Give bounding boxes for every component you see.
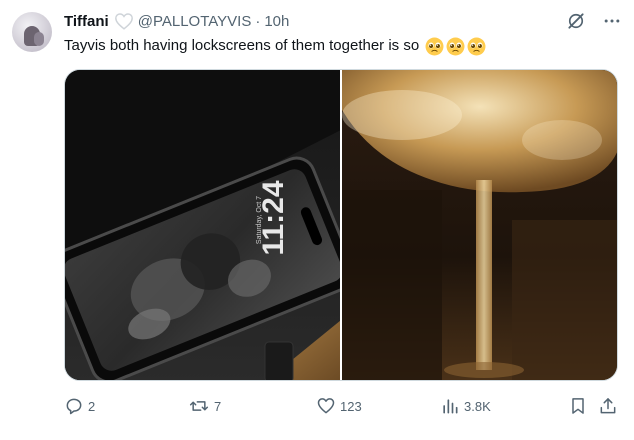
- heart-icon: [317, 398, 335, 414]
- reply-icon: [66, 398, 82, 415]
- repost-icon: [189, 401, 209, 411]
- reply-count: 2: [88, 398, 96, 414]
- separator-dot: ·: [255, 12, 261, 30]
- heart-badge-icon: [114, 13, 133, 30]
- pleading-face-emoji: [446, 37, 465, 55]
- grok-icon[interactable]: [566, 11, 586, 31]
- tweet-actions: 2 7 123 3.8K: [64, 394, 620, 418]
- bookmark-icon: [572, 398, 584, 414]
- author-handle[interactable]: @PALLOTAYVIS: [138, 13, 252, 30]
- tweet-header: Tiffani @PALLOTAYVIS · 10h: [64, 10, 622, 32]
- glass-photo-illustration: [342, 70, 617, 380]
- top-icons: [566, 11, 622, 31]
- tweet-text-content: Tayvis both having lockscreens of them t…: [64, 37, 420, 54]
- share-button[interactable]: [598, 394, 618, 418]
- like-button[interactable]: 123: [316, 394, 362, 418]
- share-icon: [600, 398, 616, 414]
- pleading-face-emoji: [425, 37, 444, 55]
- tweet-text: Tayvis both having lockscreens of them t…: [64, 36, 486, 56]
- repost-count: 7: [214, 398, 222, 414]
- reply-button[interactable]: 2: [64, 394, 95, 418]
- avatar[interactable]: [12, 12, 52, 52]
- views-chart-icon: [443, 399, 458, 414]
- tweet-media: 11:24 Saturday, Oct 7: [64, 69, 618, 381]
- lockscreen-date: Saturday, Oct 7: [256, 196, 263, 244]
- media-image-phone[interactable]: 11:24 Saturday, Oct 7: [65, 70, 340, 380]
- bookmark-button[interactable]: [568, 394, 588, 418]
- views-button[interactable]: 3.8K: [440, 394, 491, 418]
- views-count: 3.8K: [464, 398, 491, 414]
- like-count: 123: [340, 398, 362, 414]
- pleading-face-emoji: [467, 37, 486, 55]
- author-name[interactable]: Tiffani: [64, 13, 109, 30]
- tweet-timestamp[interactable]: 10h: [264, 13, 289, 30]
- media-image-glass[interactable]: [342, 70, 617, 380]
- repost-button[interactable]: 7: [188, 394, 221, 418]
- phone-photo-illustration: 11:24 Saturday, Oct 7: [65, 70, 340, 380]
- more-options-icon[interactable]: [602, 11, 622, 31]
- avatar-figure-secondary: [34, 32, 44, 46]
